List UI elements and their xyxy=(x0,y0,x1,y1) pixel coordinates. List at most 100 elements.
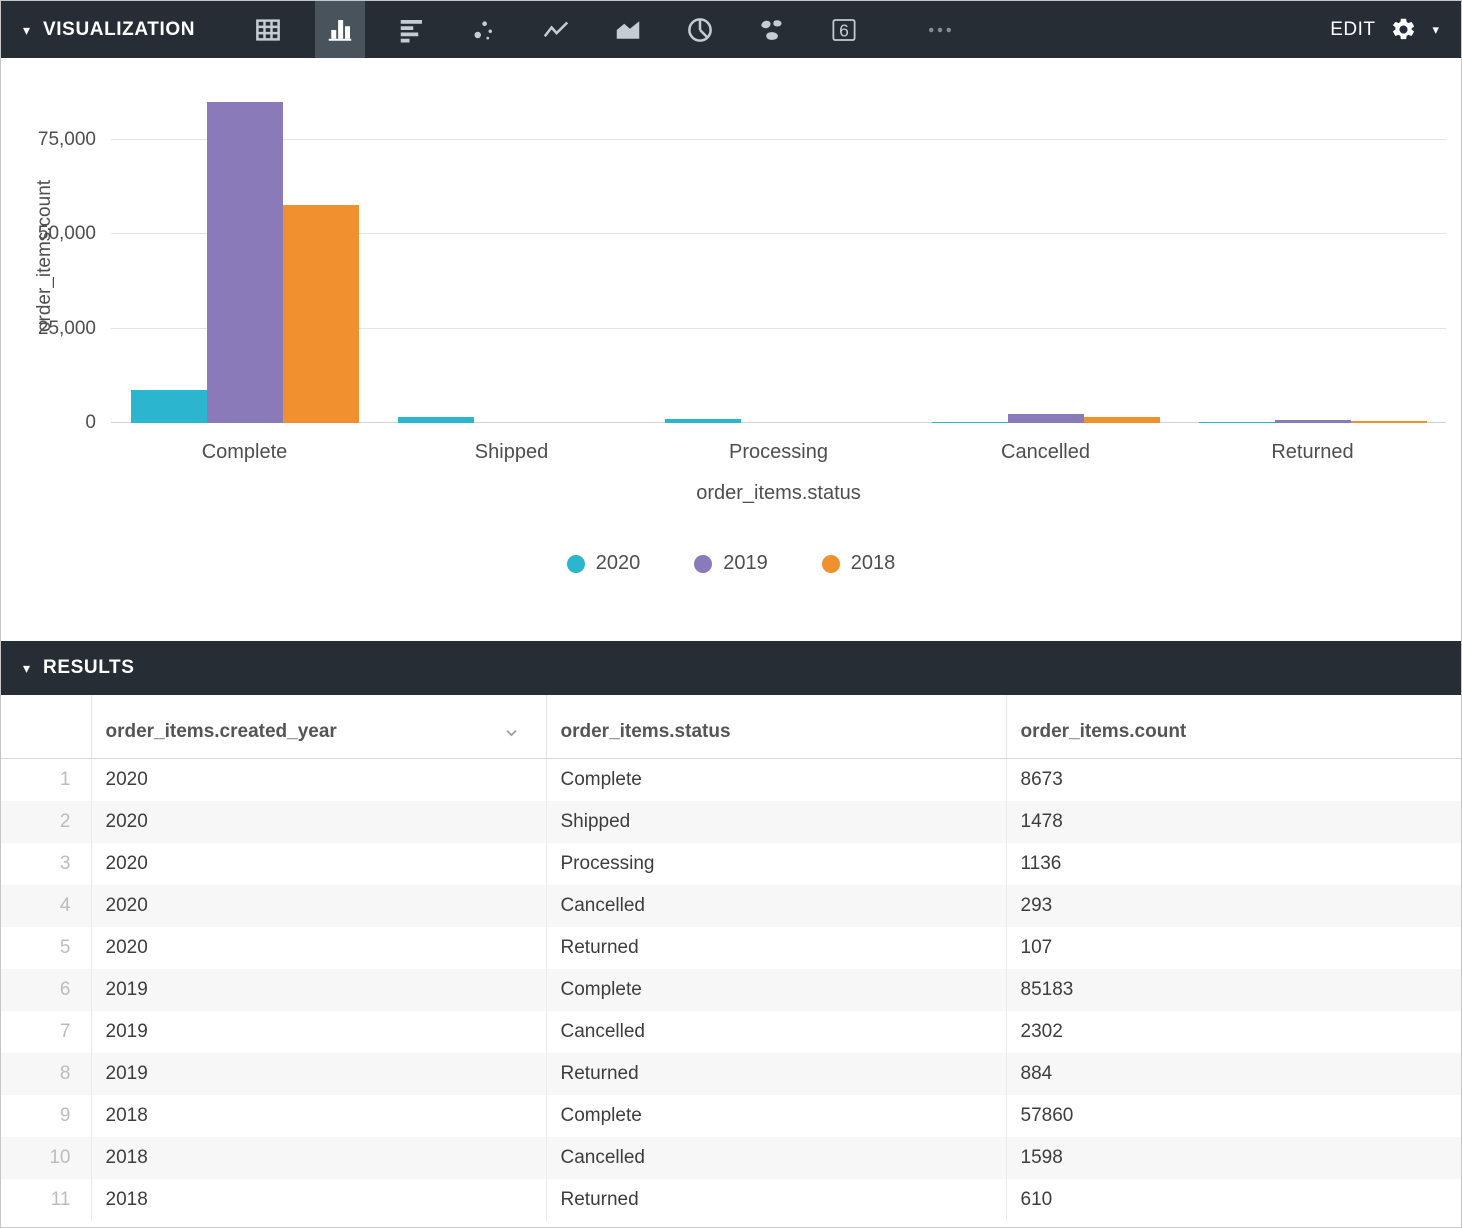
y-tick-label: 25,000 xyxy=(38,318,96,340)
cell-status[interactable]: Processing xyxy=(546,843,1006,885)
table-row: 102018Cancelled1598 xyxy=(1,1137,1461,1179)
cell-status[interactable]: Complete xyxy=(546,759,1006,801)
column-header-order_items-status[interactable]: order_items.status xyxy=(546,695,1006,759)
cell-created_year[interactable]: 2019 xyxy=(91,969,546,1011)
cell-status[interactable]: Returned xyxy=(546,1179,1006,1221)
cell-created_year[interactable]: 2018 xyxy=(91,1179,546,1221)
cell-count[interactable]: 2302 xyxy=(1006,1011,1461,1053)
bar-2020-cancelled[interactable] xyxy=(932,422,1008,423)
row-number: 4 xyxy=(1,885,91,927)
x-axis-labels: CompleteShippedProcessingCancelledReturn… xyxy=(111,441,1446,464)
chart-legend: 2020 2019 2018 xyxy=(1,552,1461,575)
cell-created_year[interactable]: 2020 xyxy=(91,801,546,843)
bar-2020-shipped[interactable] xyxy=(398,417,474,423)
y-tick-label: 0 xyxy=(85,412,96,434)
cell-status[interactable]: Cancelled xyxy=(546,1011,1006,1053)
table-chart-icon[interactable] xyxy=(243,1,293,58)
cell-count[interactable]: 610 xyxy=(1006,1179,1461,1221)
cell-count[interactable]: 85183 xyxy=(1006,969,1461,1011)
table-row: 32020Processing1136 xyxy=(1,843,1461,885)
row-number: 1 xyxy=(1,759,91,801)
cell-status[interactable]: Returned xyxy=(546,927,1006,969)
cell-status[interactable]: Complete xyxy=(546,969,1006,1011)
column-header-label: order_items.created_year xyxy=(106,721,337,743)
cell-created_year[interactable]: 2020 xyxy=(91,885,546,927)
cell-created_year[interactable]: 2019 xyxy=(91,1011,546,1053)
cell-count[interactable]: 1136 xyxy=(1006,843,1461,885)
chevron-down-icon[interactable] xyxy=(501,722,522,743)
row-number: 3 xyxy=(1,843,91,885)
cell-count[interactable]: 8673 xyxy=(1006,759,1461,801)
column-chart-icon[interactable] xyxy=(315,1,365,58)
column-header-order_items-count[interactable]: order_items.count xyxy=(1006,695,1461,759)
visualization-title: VISUALIZATION xyxy=(43,19,195,41)
cell-count[interactable]: 1478 xyxy=(1006,801,1461,843)
legend-item-2019[interactable]: 2019 xyxy=(694,552,768,575)
bar-group-processing xyxy=(645,58,912,423)
table-row: 42020Cancelled293 xyxy=(1,885,1461,927)
cell-created_year[interactable]: 2020 xyxy=(91,927,546,969)
column-header-order_items-created_year[interactable]: order_items.created_year xyxy=(91,695,546,759)
table-row: 22020Shipped1478 xyxy=(1,801,1461,843)
cell-created_year[interactable]: 2018 xyxy=(91,1137,546,1179)
legend-dot xyxy=(694,555,712,573)
scatter-chart-icon[interactable] xyxy=(459,1,509,58)
row-number: 2 xyxy=(1,801,91,843)
cell-status[interactable]: Cancelled xyxy=(546,1137,1006,1179)
cell-created_year[interactable]: 2020 xyxy=(91,759,546,801)
table-row: 62019Complete85183 xyxy=(1,969,1461,1011)
cell-count[interactable]: 107 xyxy=(1006,927,1461,969)
collapse-results-icon[interactable]: ▾ xyxy=(23,661,30,675)
bar-group-shipped xyxy=(378,58,645,423)
legend-item-2018[interactable]: 2018 xyxy=(822,552,896,575)
area-chart-icon[interactable] xyxy=(603,1,653,58)
row-number: 7 xyxy=(1,1011,91,1053)
table-row: 92018Complete57860 xyxy=(1,1095,1461,1137)
legend-dot xyxy=(822,555,840,573)
row-number: 11 xyxy=(1,1179,91,1221)
x-tick-label-complete: Complete xyxy=(111,441,378,464)
cell-count[interactable]: 57860 xyxy=(1006,1095,1461,1137)
viz-type-switcher: 6 xyxy=(243,1,987,58)
legend-label: 2019 xyxy=(723,552,768,575)
svg-text:6: 6 xyxy=(839,20,849,40)
bar-2019-returned[interactable] xyxy=(1275,420,1351,423)
row-number-header xyxy=(1,695,91,759)
bar-2018-cancelled[interactable] xyxy=(1084,417,1160,423)
chart-plot-area: 025,00050,00075,000 xyxy=(111,58,1446,423)
bar-2018-complete[interactable] xyxy=(283,205,359,423)
map-chart-icon[interactable] xyxy=(747,1,797,58)
collapse-visualization-icon[interactable]: ▾ xyxy=(23,23,30,37)
bar-2020-returned[interactable] xyxy=(1199,422,1275,423)
bar-2019-complete[interactable] xyxy=(207,102,283,423)
bar-2018-returned[interactable] xyxy=(1351,421,1427,423)
cell-created_year[interactable]: 2020 xyxy=(91,843,546,885)
line-chart-icon[interactable] xyxy=(531,1,581,58)
more-options-icon[interactable] xyxy=(915,1,965,58)
cell-count[interactable]: 884 xyxy=(1006,1053,1461,1095)
cell-created_year[interactable]: 2019 xyxy=(91,1053,546,1095)
bar-2020-processing[interactable] xyxy=(665,419,741,423)
cell-status[interactable]: Returned xyxy=(546,1053,1006,1095)
single-value-icon[interactable]: 6 xyxy=(819,1,869,58)
visualization-header-left: ▾ VISUALIZATION xyxy=(1,19,195,41)
cell-status[interactable]: Cancelled xyxy=(546,885,1006,927)
results-table: order_items.created_year order_items.stat… xyxy=(1,695,1461,1221)
settings-gear-icon[interactable] xyxy=(1390,16,1417,43)
cell-count[interactable]: 1598 xyxy=(1006,1137,1461,1179)
bar-group-complete xyxy=(111,58,378,423)
settings-caret-icon[interactable]: ▾ xyxy=(1432,23,1439,36)
row-number: 10 xyxy=(1,1137,91,1179)
cell-created_year[interactable]: 2018 xyxy=(91,1095,546,1137)
legend-item-2020[interactable]: 2020 xyxy=(567,552,641,575)
cell-status[interactable]: Shipped xyxy=(546,801,1006,843)
cell-status[interactable]: Complete xyxy=(546,1095,1006,1137)
bar-2019-cancelled[interactable] xyxy=(1008,414,1084,423)
edit-button[interactable]: EDIT xyxy=(1330,19,1375,41)
results-title: RESULTS xyxy=(43,657,134,679)
cell-count[interactable]: 293 xyxy=(1006,885,1461,927)
bar-2020-complete[interactable] xyxy=(131,390,207,423)
table-row: 52020Returned107 xyxy=(1,927,1461,969)
pie-chart-icon[interactable] xyxy=(675,1,725,58)
bar-chart-icon[interactable] xyxy=(387,1,437,58)
